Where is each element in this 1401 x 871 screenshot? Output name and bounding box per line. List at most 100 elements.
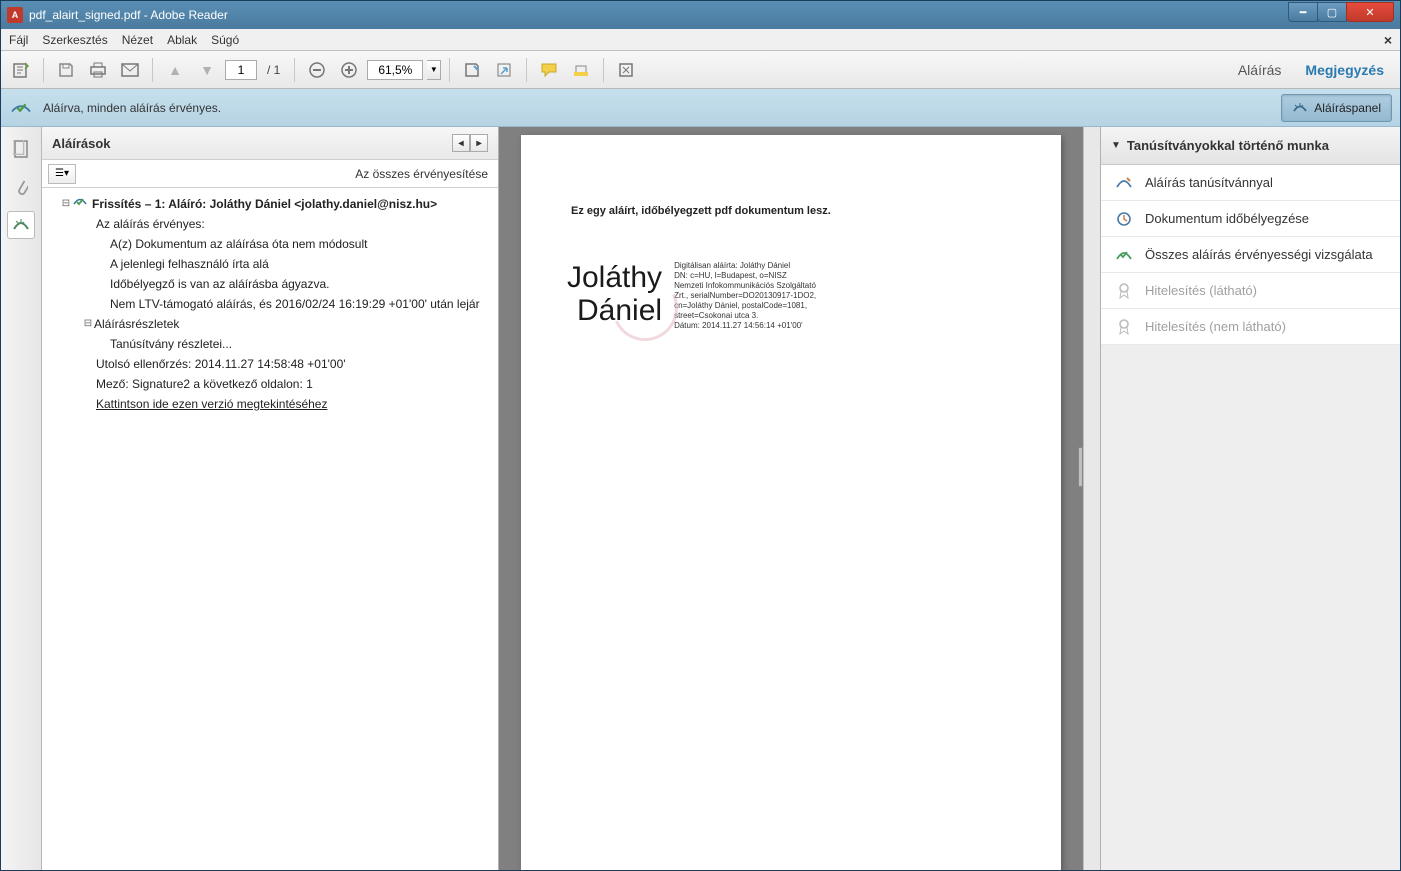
rp-item-label: Hitelesítés (látható) [1145,283,1257,298]
maximize-button[interactable]: ▢ [1317,2,1347,22]
signature-details: Digitálisan aláírta: Joláthy Dániel DN: … [668,261,818,331]
document-scroll[interactable]: Ez egy aláírt, időbélyegzett pdf dokumen… [499,127,1083,870]
tree-root-label: Frissítés – 1: Aláíró: Joláthy Dániel <j… [92,194,437,214]
signature-block[interactable]: Joláthy Dániel Digitálisan aláírta: Jolá… [567,261,818,331]
comment-note-icon[interactable] [535,56,563,84]
vertical-scrollbar[interactable] [1083,127,1100,870]
zoom-dropdown-icon[interactable]: ▼ [427,60,441,80]
comment-tab-link[interactable]: Megjegyzés [1305,62,1384,78]
signature-panel-label: Aláíráspanel [1314,101,1381,115]
expand-icon[interactable]: ⊟ [60,194,72,214]
zoom-in-icon[interactable] [335,56,363,84]
tree-field-row: Mező: Signature2 a következő oldalon: 1 [50,374,490,394]
tree-notmod-label: A(z) Dokumentum az aláírása óta nem módo… [110,234,367,254]
expand-icon[interactable]: ⊟ [82,314,94,334]
signatures-panel-title: Aláírások [52,136,111,151]
rp-certify-invisible: Hitelesítés (nem látható) [1101,309,1400,345]
tree-lastcheck-label: Utolsó ellenőrzés: 2014.11.27 14:58:48 +… [96,354,346,374]
tree-ts-row: Időbélyegző is van az aláírásba ágyazva. [50,274,490,294]
tree-cert-row[interactable]: Tanúsítvány részletei... [50,334,490,354]
tree-click-label: Kattintson ide ezen verzió megtekintéséh… [96,394,327,414]
sig-valid-icon [72,194,88,210]
scroll-grip[interactable] [1078,447,1083,487]
toolbar: ▲ ▼ / 1 ▼ Aláírás Megjegyzés [1,51,1400,89]
signature-panel-button[interactable]: Aláíráspanel [1281,94,1392,122]
signature-panel-icon [1292,101,1308,115]
document-area: Ez egy aláírt, időbélyegzett pdf dokumen… [499,127,1083,870]
ribbon-icon [1115,318,1133,336]
signature-name: Joláthy Dániel [567,261,668,331]
tree-ltv-label: Nem LTV-támogató aláírás, és 2016/02/24 … [110,294,480,314]
menu-edit[interactable]: Szerkesztés [42,33,107,47]
sig-nav-prev-icon[interactable]: ◂ [452,134,470,152]
rp-validate-all[interactable]: Összes aláírás érvényességi vizsgálata [1101,237,1400,273]
signature-status-bar: Aláírva, minden aláírás érvényes. Aláírá… [1,89,1400,127]
collapse-icon: ▼ [1111,140,1121,151]
menu-view[interactable]: Nézet [122,33,153,47]
right-panel-title: Tanúsítványokkal történő munka [1127,138,1329,153]
tree-ltv-row: Nem LTV-támogató aláírás, és 2016/02/24 … [50,294,490,314]
rp-item-label: Aláírás tanúsítvánnyal [1145,175,1273,190]
sig-nav-next-icon[interactable]: ▸ [470,134,488,152]
menubar-close-icon[interactable]: × [1384,32,1392,48]
menu-window[interactable]: Ablak [167,33,197,47]
menu-help[interactable]: Súgó [211,33,239,47]
page-down-icon[interactable]: ▼ [193,56,221,84]
zoom-input[interactable] [367,60,423,80]
tree-valid-row: Az aláírás érvényes: [50,214,490,234]
signature-valid-icon [9,98,33,118]
pen-icon [1115,174,1133,192]
rp-timestamp[interactable]: Dokumentum időbélyegzése [1101,201,1400,237]
highlight-icon[interactable] [567,56,595,84]
rp-sign-with-cert[interactable]: Aláírás tanúsítvánnyal [1101,165,1400,201]
tree-notmod-row: A(z) Dokumentum az aláírása óta nem módo… [50,234,490,254]
validate-icon [1115,246,1133,264]
signatures-tree: ⊟ Frissítés – 1: Aláíró: Joláthy Dániel … [42,188,498,870]
left-rail [1,127,42,870]
signer-firstname: Joláthy [567,261,662,294]
titlebar: A pdf_alairt_signed.pdf - Adobe Reader ━… [1,1,1400,29]
rp-certify-visible: Hitelesítés (látható) [1101,273,1400,309]
page-up-icon[interactable]: ▲ [161,56,189,84]
pdf-page: Ez egy aláírt, időbélyegzett pdf dokumen… [521,135,1061,870]
minimize-button[interactable]: ━ [1288,2,1318,22]
rp-item-label: Összes aláírás érvényességi vizsgálata [1145,247,1373,262]
rail-attachments-icon[interactable] [7,173,35,201]
tree-ts-label: Időbélyegző is van az aláírásba ágyazva. [110,274,329,294]
tree-valid-label: Az aláírás érvényes: [96,214,205,234]
tool-convert-icon[interactable] [490,56,518,84]
print-icon[interactable] [84,56,112,84]
save-icon[interactable] [52,56,80,84]
tree-click-row[interactable]: Kattintson ide ezen verzió megtekintéséh… [50,394,490,414]
signature-status-text: Aláírva, minden aláírás érvényes. [43,101,1281,115]
tree-field-label: Mező: Signature2 a következő oldalon: 1 [96,374,313,394]
page-total-label: / 1 [267,63,280,77]
tree-curuser-row: A jelenlegi felhasználó írta alá [50,254,490,274]
close-button[interactable]: ✕ [1346,2,1394,22]
page-number-input[interactable] [225,60,257,80]
tree-details-label: Aláírásrészletek [94,314,179,334]
rp-item-label: Dokumentum időbélyegzése [1145,211,1309,226]
main-area: Aláírások ◂ ▸ ☰▾ Az összes érvényesítése… [1,127,1400,870]
tool-savecopy-icon[interactable] [458,56,486,84]
app-window: A pdf_alairt_signed.pdf - Adobe Reader ━… [0,0,1401,871]
signatures-panel-tools: ☰▾ Az összes érvényesítése [42,160,498,188]
sign-tab-link[interactable]: Aláírás [1238,62,1282,78]
validate-all-link[interactable]: Az összes érvényesítése [355,167,488,181]
rp-item-label: Hitelesítés (nem látható) [1145,319,1286,334]
rail-signatures-icon[interactable] [7,211,35,239]
menu-file[interactable]: Fájl [9,33,28,47]
ribbon-icon [1115,282,1133,300]
sig-options-dropdown[interactable]: ☰▾ [48,164,76,184]
tree-root-row[interactable]: ⊟ Frissítés – 1: Aláíró: Joláthy Dániel … [50,194,490,214]
rail-thumbnails-icon[interactable] [7,135,35,163]
right-panel-header[interactable]: ▼ Tanúsítványokkal történő munka [1101,127,1400,165]
email-icon[interactable] [116,56,144,84]
signatures-panel: Aláírások ◂ ▸ ☰▾ Az összes érvényesítése… [42,127,499,870]
zoom-out-icon[interactable] [303,56,331,84]
tool-export-icon[interactable] [7,56,35,84]
tree-details-row[interactable]: ⊟ Aláírásrészletek [50,314,490,334]
right-panel: ▼ Tanúsítványokkal történő munka Aláírás… [1100,127,1400,870]
signatures-panel-header: Aláírások ◂ ▸ [42,127,498,160]
readmode-icon[interactable] [612,56,640,84]
